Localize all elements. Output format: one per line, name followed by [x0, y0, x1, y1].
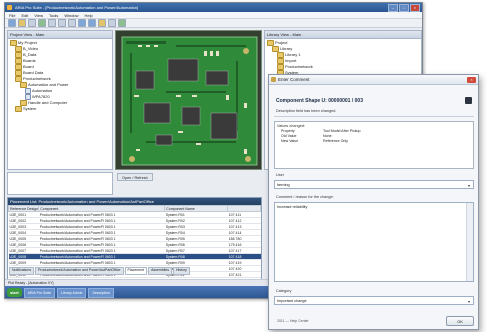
project-tree: My Project B_Video B_Data Boards Board Board …: [8, 39, 112, 113]
tab[interactable]: Assemblies: [148, 267, 172, 275]
pcb-canvas[interactable]: [115, 30, 262, 170]
zoom-out-icon[interactable]: [88, 19, 96, 27]
dialog-heading: Component Shape U: 00000001 / 003: [276, 98, 363, 104]
taskbar-item[interactable]: Library Admin: [57, 287, 87, 298]
tab[interactable]: Notifications: [9, 267, 35, 275]
run-icon[interactable]: [118, 19, 126, 27]
new-icon[interactable]: [8, 19, 16, 27]
placement-list-panel: Placement List: Productnetwork/Automatio…: [7, 197, 262, 289]
menu-window[interactable]: Window: [64, 13, 78, 18]
menu-view[interactable]: View: [34, 13, 43, 18]
value-row: New Value Reference Only: [281, 139, 348, 143]
category-value: Important change: [277, 299, 307, 303]
user-label: User: [276, 173, 285, 177]
dialog-subtitle: Description field has been changed.: [276, 109, 337, 113]
maximize-button[interactable]: □: [399, 4, 409, 12]
user-combobox[interactable]: farming ▾: [274, 180, 474, 189]
values-changed-box: Values changed: Property Tool Model After…: [274, 121, 474, 169]
menu-edit[interactable]: Edit: [21, 13, 28, 18]
bottom-tabs: Notifications Productnetwork/Automation a…: [7, 267, 260, 275]
dialog-close-button[interactable]: ×: [467, 77, 476, 83]
taskbar-item[interactable]: ARIA Pro Suite: [23, 287, 56, 298]
menu-tools[interactable]: Tools: [49, 13, 58, 18]
tab[interactable]: Placement: [124, 267, 148, 275]
open-icon[interactable]: [18, 19, 26, 27]
pcb-board-image: [116, 31, 261, 169]
user-value: farming: [277, 183, 290, 187]
grid-icon[interactable]: [98, 19, 106, 27]
dialog-app-icon: [271, 77, 276, 82]
tab[interactable]: Productnetwork/Automation and Power/AutP…: [35, 267, 124, 275]
window-title: ARIA Pro Suite - [Productnetwork/Automat…: [5, 3, 422, 12]
scrollbar[interactable]: [466, 203, 473, 281]
open-refresh-button[interactable]: Open / Refresh: [117, 173, 153, 181]
app-icon: [7, 5, 12, 10]
chevron-down-icon[interactable]: ▾: [465, 181, 473, 188]
minimize-button[interactable]: –: [388, 4, 398, 12]
category-combobox[interactable]: Important change ▾: [274, 296, 474, 305]
properties-panel: [7, 172, 113, 195]
ok-button[interactable]: OK: [446, 316, 474, 326]
menu-file[interactable]: File: [9, 13, 15, 18]
taskbar-item[interactable]: Description: [88, 287, 114, 298]
comment-label: Comment / reason for the change:: [276, 195, 334, 199]
layer-icon[interactable]: [108, 19, 116, 27]
copy-icon[interactable]: [58, 19, 66, 27]
refresh-icon[interactable]: [38, 19, 46, 27]
chevron-down-icon[interactable]: ▾: [465, 297, 473, 304]
comment-value: Increase reliability: [277, 205, 308, 209]
folder-icon: [15, 106, 22, 112]
close-button[interactable]: ×: [410, 4, 420, 12]
divider: [274, 116, 474, 117]
tree-item-label: System: [23, 106, 37, 111]
values-caption: Values changed:: [277, 124, 306, 128]
placement-list-title: Placement List: Productnetwork/Automatio…: [8, 198, 261, 205]
menu-bar: File Edit View Tools Window Help: [5, 12, 422, 19]
zoom-in-icon[interactable]: [78, 19, 86, 27]
cut-icon[interactable]: [48, 19, 56, 27]
category-label: Category: [276, 289, 292, 293]
comment-textarea[interactable]: Increase reliability: [274, 202, 474, 282]
window-controls: – □ ×: [388, 4, 420, 12]
tree-item[interactable]: System: [10, 106, 110, 112]
enter-comment-dialog: Enter Comment × Component Shape U: 00000…: [268, 74, 479, 330]
toolbar: [5, 19, 422, 28]
info-icon: [465, 97, 472, 104]
tab[interactable]: History: [172, 267, 190, 275]
start-button[interactable]: start: [7, 288, 22, 297]
dialog-title: Enter Comment: [269, 75, 478, 85]
project-tree-panel: Project View - Main My Project B_Video B_D…: [7, 30, 113, 170]
dialog-footer-text: 2011 — Help Center: [277, 319, 309, 323]
project-tree-title: Project View - Main: [8, 31, 112, 39]
paste-icon[interactable]: [68, 19, 76, 27]
library-panel-title: Library View - Main: [265, 31, 421, 39]
menu-help[interactable]: Help: [85, 13, 93, 18]
save-icon[interactable]: [28, 19, 36, 27]
library-tree: Project Library Library 1 Import Productnetw…: [265, 39, 421, 77]
